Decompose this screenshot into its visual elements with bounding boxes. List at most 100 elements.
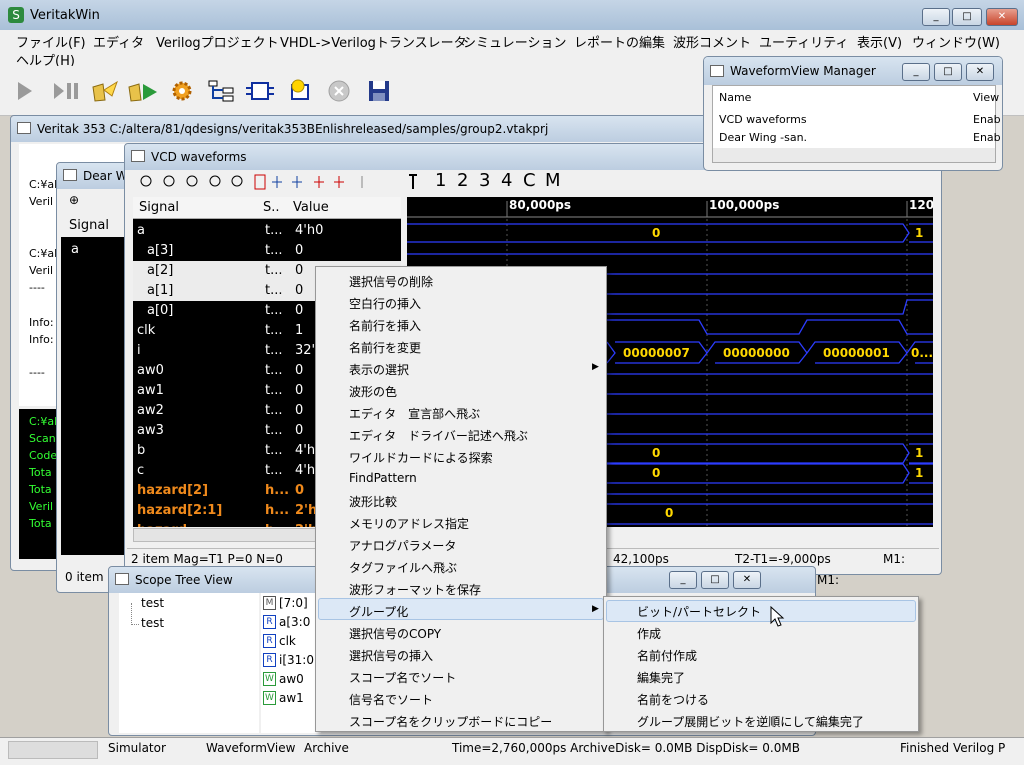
manager-row-1[interactable]: VCD waveforms Enab xyxy=(715,111,1001,129)
open-project-icon[interactable] xyxy=(90,78,120,104)
output-line: ---- xyxy=(29,366,45,379)
signal-name: b xyxy=(137,443,146,458)
column-header-scope[interactable]: S.. xyxy=(263,200,280,215)
context-menu-item[interactable]: 波形の色 xyxy=(349,383,397,400)
zoom-in-icon[interactable]: ⊕ xyxy=(69,193,79,207)
maximize-button[interactable]: □ xyxy=(952,8,982,26)
marker-4-button[interactable]: 4 xyxy=(501,170,512,191)
marker-m-button[interactable]: M xyxy=(545,170,561,191)
scope-signal-item[interactable]: Rclk xyxy=(263,633,321,651)
context-menu-item[interactable]: グループ化 xyxy=(349,603,408,620)
manager-close-button[interactable]: ✕ xyxy=(966,63,994,81)
scope-signal-item[interactable]: Ri[31:0 xyxy=(263,652,321,670)
marker-2-button[interactable]: 2 xyxy=(457,170,468,191)
signal-scope: h... xyxy=(265,523,289,527)
signal-value: 1 xyxy=(295,323,304,338)
scope-maximize-button[interactable]: □ xyxy=(701,571,729,589)
signal-value: 0 xyxy=(295,483,305,498)
submenu-item[interactable]: 名前をつける xyxy=(637,691,709,708)
scope-signal-item[interactable]: Waw0 xyxy=(263,671,321,689)
marker-1-button[interactable]: 1 xyxy=(435,170,446,191)
context-menu-item[interactable]: タグファイルへ飛ぶ xyxy=(349,559,457,576)
signal-value: 4'h xyxy=(295,443,316,458)
step-icon[interactable] xyxy=(52,78,82,104)
console-line: Tota xyxy=(29,483,52,496)
group-submenu: ビット/パートセレクト 作成名前付作成編集完了名前をつけるグループ展開ビットを逆順… xyxy=(603,596,919,732)
context-menu-item[interactable]: 選択信号のCOPY xyxy=(349,625,441,642)
menu-window[interactable]: ウィンドウ(W) xyxy=(912,32,1000,51)
menu-wave-comment[interactable]: 波形コメント xyxy=(673,32,751,51)
menu-view[interactable]: 表示(V) xyxy=(857,32,902,51)
scope-signal-item[interactable]: M [7:0] xyxy=(263,595,321,613)
tree-node[interactable]: test xyxy=(141,616,164,630)
context-menu-item[interactable]: 選択信号の削除 xyxy=(349,273,433,290)
save-icon[interactable] xyxy=(366,78,392,104)
signal-value: 4'h0 xyxy=(295,223,324,238)
manager-minimize-button[interactable]: _ xyxy=(902,63,930,81)
output-line: C:¥al xyxy=(29,178,58,191)
close-button[interactable]: ✕ xyxy=(986,8,1018,26)
submenu-item[interactable]: 作成 xyxy=(637,625,661,642)
context-menu-item[interactable]: ワイルドカードによる探索 xyxy=(349,449,493,466)
column-header-signal[interactable]: Signal xyxy=(139,200,179,215)
hierarchy-icon[interactable] xyxy=(206,78,236,104)
context-menu-item[interactable]: 空白行の挿入 xyxy=(349,295,421,312)
scope-close-button[interactable]: ✕ xyxy=(733,571,761,589)
context-menu-item[interactable]: 名前行を変更 xyxy=(349,339,421,356)
signal-kind-name: i[31:0 xyxy=(279,653,314,667)
manager-scrollbar[interactable] xyxy=(713,148,995,162)
context-menu-item[interactable]: 選択信号の挿入 xyxy=(349,647,433,664)
stop-icon[interactable] xyxy=(326,78,352,104)
module-icon[interactable] xyxy=(244,78,276,104)
marker-3-button[interactable]: 3 xyxy=(479,170,490,191)
manager-col-view[interactable]: View xyxy=(973,91,999,104)
add-module-icon[interactable] xyxy=(284,78,316,104)
signal-scope: t... xyxy=(265,463,283,478)
menu-vhdl-translator[interactable]: VHDL->Verilogトランスレータ xyxy=(280,32,467,51)
scope-signal-item[interactable]: Waw1 xyxy=(263,690,321,708)
signal-name: c xyxy=(137,463,145,478)
context-menu-item[interactable]: メモリのアドレス指定 xyxy=(349,515,469,532)
menu-simulation[interactable]: シミュレーション xyxy=(463,32,566,51)
submenu-item[interactable]: ビット/パートセレクト xyxy=(637,603,761,620)
marker-cursor-icon[interactable] xyxy=(407,173,419,191)
signal-value: 0 xyxy=(295,403,304,418)
context-menu-item[interactable]: スコープ名でソート xyxy=(349,669,456,686)
context-menu-item[interactable]: 波形フォーマットを保存 xyxy=(349,581,481,598)
context-menu-item[interactable]: エディタ ドライバー記述へ飛ぶ xyxy=(349,427,528,444)
marker-c-button[interactable]: C xyxy=(523,170,536,191)
submenu-item[interactable]: 名前付作成 xyxy=(637,647,697,664)
vcd-toolbar: 1 2 3 4 C M xyxy=(131,170,937,193)
settings-gear-icon[interactable] xyxy=(168,78,196,104)
column-header-value[interactable]: Value xyxy=(293,200,329,215)
context-menu-item[interactable]: FindPattern xyxy=(349,471,417,485)
compile-run-icon[interactable] xyxy=(126,78,160,104)
manager-maximize-button[interactable]: □ xyxy=(934,63,962,81)
signal-row[interactable]: a xyxy=(71,242,79,257)
submenu-item[interactable]: グループ展開ビットを逆順にして編集完了 xyxy=(637,713,864,730)
scope-minimize-button[interactable]: _ xyxy=(669,571,697,589)
menu-report-edit[interactable]: レポートの編集 xyxy=(574,32,665,51)
context-menu-item[interactable]: 表示の選択 xyxy=(349,361,409,378)
scope-signal-item[interactable]: Ra[3:0 xyxy=(263,614,321,632)
context-menu-item[interactable]: 波形比較 xyxy=(349,493,397,510)
tree-node[interactable]: test xyxy=(141,596,164,610)
zoom-tools-icon[interactable] xyxy=(137,173,387,191)
menu-verilog-project[interactable]: Verilogプロジェクト xyxy=(156,32,279,51)
submenu-item[interactable]: 編集完了 xyxy=(637,669,685,686)
context-menu-item[interactable]: 名前行を挿入 xyxy=(349,317,421,334)
minimize-button[interactable]: _ xyxy=(922,8,950,26)
menu-file[interactable]: ファイル(F) xyxy=(16,32,86,51)
run-icon[interactable] xyxy=(14,78,34,104)
signal-row[interactable]: a[3] t... 0 xyxy=(133,241,401,261)
context-menu-item[interactable]: アナログパラメータ xyxy=(349,537,456,554)
manager-col-name[interactable]: Name xyxy=(719,91,751,104)
signal-scope: h... xyxy=(265,503,290,518)
context-menu-item[interactable]: エディタ 宣言部へ飛ぶ xyxy=(349,405,480,422)
manager-row-2[interactable]: Dear Wing -san. Enab xyxy=(715,129,1001,147)
menu-utility[interactable]: ユーティリティ xyxy=(759,32,848,51)
signal-row[interactable]: a t... 4'h0 xyxy=(133,221,401,241)
context-menu-item[interactable]: スコープ名をクリップボードにコピー xyxy=(349,713,552,730)
menu-editor[interactable]: エディタ xyxy=(93,32,144,51)
context-menu-item[interactable]: 信号名でソート xyxy=(349,691,433,708)
